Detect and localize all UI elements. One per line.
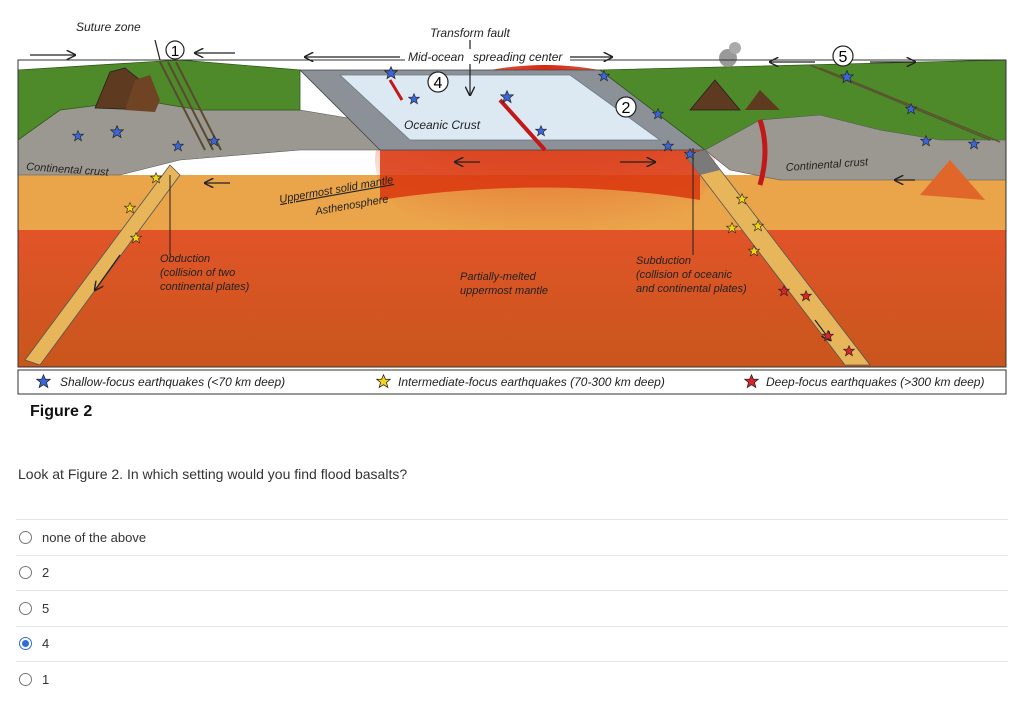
label-uppermost-mantle: uppermost mantle [460,285,548,297]
label-subduction-sub1: (collision of oceanic [636,269,732,281]
option-label: 2 [42,565,50,581]
radio-button-selected[interactable] [19,637,32,651]
legend: Shallow-focus earthquakes (<70 km deep) … [17,369,1007,395]
legend-shallow: Shallow-focus earthquakes (<70 km deep) [60,375,285,389]
question-text: Look at Figure 2. In which setting would… [18,466,408,482]
marker-5: 5 [839,49,848,66]
option-5[interactable]: 5 [16,590,1008,626]
label-obduction-sub1: (collision of two [160,267,235,279]
label-suture-zone: Suture zone [76,20,141,34]
option-label: 4 [42,636,50,652]
label-subduction: Subduction [636,255,691,267]
answer-options: none of the above 2 5 4 1 [16,519,1008,697]
label-obduction-sub2: continental plates) [160,281,250,293]
option-label: 1 [42,671,50,687]
label-spreading-center: spreading center [473,50,563,64]
label-partially-melted: Partially-melted [460,271,537,283]
option-none-of-the-above[interactable]: none of the above [16,519,1008,555]
marker-2: 2 [622,100,631,117]
label-obduction: Obduction [160,253,210,265]
plate-tectonics-figure: 1 4 2 5 Suture zone Transform fault Mid-… [0,0,1024,400]
option-label: none of the above [42,529,147,545]
radio-button[interactable] [19,672,32,686]
marker-4: 4 [434,75,443,92]
option-1[interactable]: 1 [16,661,1008,697]
legend-intermediate: Intermediate-focus earthquakes (70-300 k… [398,375,665,389]
label-mid-ocean: Mid-ocean [408,50,464,64]
option-4[interactable]: 4 [16,625,1008,662]
label-oceanic-crust: Oceanic Crust [404,118,481,132]
marker-1: 1 [171,43,179,60]
figure-caption: Figure 2 [30,403,93,420]
label-subduction-sub2: and continental plates) [636,283,747,295]
radio-button[interactable] [19,530,32,544]
radio-button[interactable] [19,601,32,615]
label-transform-fault: Transform fault [430,26,510,40]
option-label: 5 [42,600,50,616]
legend-deep: Deep-focus earthquakes (>300 km deep) [766,375,984,389]
option-2[interactable]: 2 [16,554,1008,591]
radio-button[interactable] [19,566,32,580]
tectonics-diagram: 1 4 2 5 Suture zone Transform fault Mid-… [17,20,1007,395]
